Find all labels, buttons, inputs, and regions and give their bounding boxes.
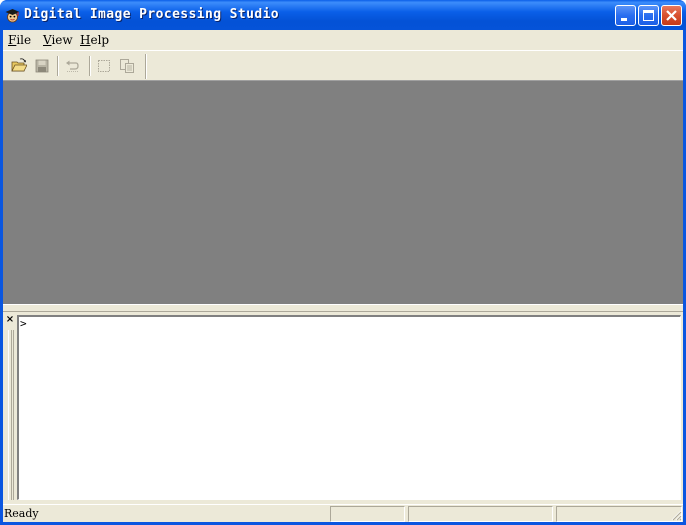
maximize-button[interactable] [638, 5, 659, 26]
console-output[interactable]: > [17, 315, 681, 500]
window-title: Digital Image Processing Studio [24, 7, 280, 22]
toolbar-grip[interactable] [6, 55, 7, 77]
toolbar-end-separator [145, 54, 147, 79]
menu-bar: File View Help [3, 30, 683, 50]
pane-grip[interactable] [8, 330, 14, 500]
open-button[interactable] [8, 55, 30, 77]
open-folder-icon [11, 58, 27, 72]
status-panel [330, 506, 405, 522]
menu-file-label: ile [16, 33, 32, 47]
app-window: Digital Image Processing Studio File Vie… [0, 0, 686, 525]
menu-view[interactable]: View [43, 33, 73, 47]
console-prompt: > [20, 317, 27, 330]
toolbar-separator [57, 56, 59, 76]
toolbar-separator [89, 56, 91, 76]
minimize-icon [621, 18, 627, 21]
client-area: File View Help × > Ready [3, 30, 683, 522]
graduate-cap-icon[interactable] [4, 7, 21, 24]
pane-close-button[interactable]: × [5, 315, 15, 325]
select-icon [98, 60, 110, 72]
undo-button[interactable] [61, 55, 83, 77]
save-icon [35, 59, 49, 73]
menu-help-accesskey: H [80, 33, 91, 47]
close-button[interactable] [661, 5, 682, 26]
menu-help[interactable]: Help [80, 33, 109, 47]
minimize-button[interactable] [615, 5, 636, 26]
pane-splitter[interactable] [3, 304, 683, 312]
menu-help-label: elp [90, 33, 110, 47]
status-bar: Ready [3, 504, 683, 522]
title-bar[interactable]: Digital Image Processing Studio [0, 0, 686, 30]
resize-grip-icon[interactable] [670, 509, 682, 521]
close-icon [666, 10, 677, 21]
toolbar [3, 50, 683, 80]
status-panel [408, 506, 553, 522]
image-workspace[interactable] [3, 80, 683, 304]
maximize-icon [643, 10, 654, 21]
menu-file[interactable]: File [8, 33, 31, 47]
select-button[interactable] [93, 55, 115, 77]
copy-button[interactable] [116, 55, 138, 77]
output-pane: × > [3, 312, 683, 504]
status-text: Ready [4, 507, 39, 520]
undo-icon [66, 60, 79, 72]
copy-icon [120, 59, 134, 73]
save-button[interactable] [31, 55, 53, 77]
menu-view-label: iew [51, 33, 73, 47]
status-panel [556, 506, 682, 522]
